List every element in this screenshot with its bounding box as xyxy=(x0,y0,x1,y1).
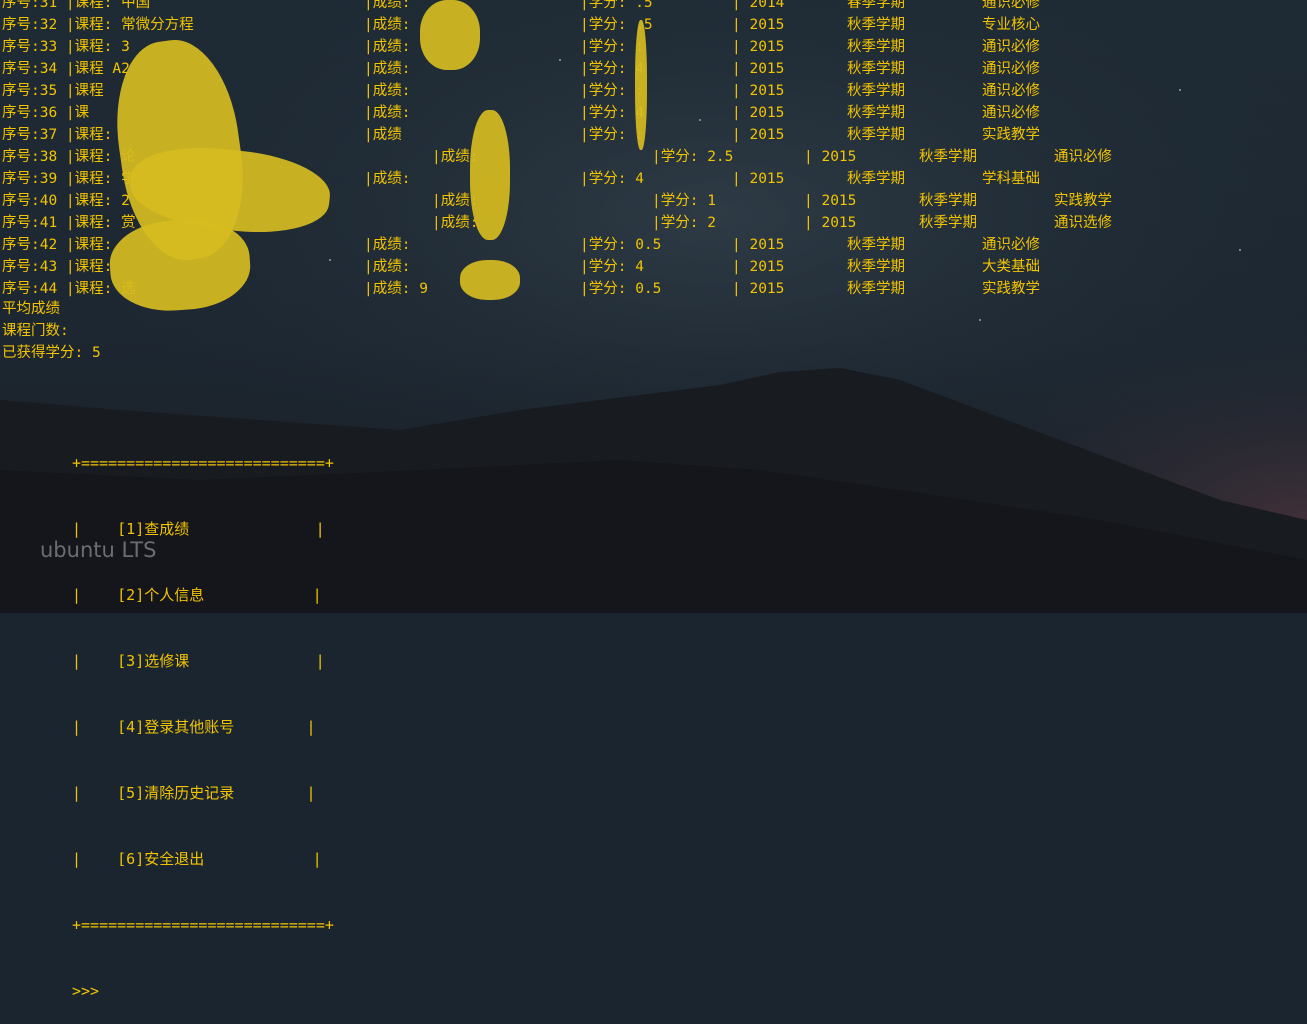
record-credit: |学分: 0.5 xyxy=(580,237,662,253)
redaction-blot xyxy=(420,0,480,70)
record-grade: |成绩: xyxy=(364,83,411,99)
record-term: 秋季学期 xyxy=(847,171,905,187)
record-type: 通识必修 xyxy=(982,237,1040,253)
record-type: 通识选修 xyxy=(1054,215,1112,231)
menu-border-top: +===========================+ xyxy=(72,454,334,472)
record-credit: |学分: 0.5 xyxy=(580,281,662,297)
record-grade: |成绩: xyxy=(432,215,479,231)
record-term: 秋季学期 xyxy=(919,215,977,231)
record-grade: |成绩: xyxy=(364,61,411,77)
summary-average: 平均成绩 xyxy=(2,301,60,317)
record-seq: 序号:38 |课程: 论 xyxy=(2,149,136,165)
record-seq: 序号:43 |课程: xyxy=(2,259,113,275)
record-type: 通识必修 xyxy=(1054,149,1112,165)
record-credit: |学分: .5 xyxy=(580,0,653,11)
record-term: 秋季学期 xyxy=(847,127,905,143)
record-type: 通识必修 xyxy=(982,0,1040,11)
record-year: | 2015 xyxy=(804,193,857,209)
record-term: 春季学期 xyxy=(847,0,905,11)
record-credit: |学分: 1 xyxy=(652,193,716,209)
record-grade: |成绩: xyxy=(364,259,411,275)
record-year: | 2015 xyxy=(804,149,857,165)
record-term: 秋季学期 xyxy=(847,105,905,121)
record-grade: |成绩 xyxy=(364,127,402,143)
record-seq: 序号:36 |课 xyxy=(2,105,90,121)
record-seq: 序号:42 |课程: xyxy=(2,237,113,253)
record-type: 通识必修 xyxy=(982,83,1040,99)
record-credit: |学分: : xyxy=(580,127,644,143)
record-type: 通识必修 xyxy=(982,61,1040,77)
record-grade: |成绩: xyxy=(364,0,411,11)
menu-item-login-other[interactable]: | [4]登录其他账号 | xyxy=(72,716,334,738)
record-year: | 2015 xyxy=(732,39,785,55)
record-year: | 2015 xyxy=(804,215,857,231)
record-grade: |成绩: xyxy=(364,17,411,33)
record-term: 秋季学期 xyxy=(847,83,905,99)
record-type: 实践教学 xyxy=(1054,193,1112,209)
record-seq: 序号:40 |课程: 2 xyxy=(2,193,130,209)
record-type: 学科基础 xyxy=(982,171,1040,187)
record-type: 通识必修 xyxy=(982,105,1040,121)
summary-credits: 已获得学分: 5 xyxy=(2,345,101,361)
record-credit: |学分: 2 xyxy=(652,215,716,231)
menu-item-clear-history[interactable]: | [5]清除历史记录 | xyxy=(72,782,334,804)
menu-item-safe-exit[interactable]: | [6]安全退出 | xyxy=(72,848,334,870)
record-seq: 序号:35 |课程 xyxy=(2,83,104,99)
record-term: 秋季学期 xyxy=(919,149,977,165)
record-year: | 2015 xyxy=(732,237,785,253)
record-type: 实践教学 xyxy=(982,127,1040,143)
record-year: | 2015 xyxy=(732,105,785,121)
record-seq: 序号:37 |课程: xyxy=(2,127,113,143)
record-year: | 2015 xyxy=(732,171,785,187)
record-term: 秋季学期 xyxy=(847,281,905,297)
record-type: 实践教学 xyxy=(982,281,1040,297)
menu-item-query-grades[interactable]: | [1]查成绩 | xyxy=(72,518,334,540)
command-prompt[interactable]: >>> xyxy=(72,980,334,1002)
redaction-blot xyxy=(635,20,647,150)
record-seq: 序号:31 |课程: 中国 xyxy=(2,0,151,11)
redaction-blot xyxy=(470,110,510,240)
record-type: 大类基础 xyxy=(982,259,1040,275)
record-type: 专业核心 xyxy=(982,17,1040,33)
record-term: 秋季学期 xyxy=(847,17,905,33)
record-term: 秋季学期 xyxy=(919,193,977,209)
record-seq: 序号:32 |课程: 常微分方程 xyxy=(2,17,194,33)
record-year: | 2015 xyxy=(732,281,785,297)
record-grade: |成绩: xyxy=(364,171,411,187)
record-seq: 序号:41 |课程: 赏 xyxy=(2,215,136,231)
menu-border-bottom: +===========================+ xyxy=(72,916,334,934)
record-grade: |成绩: xyxy=(364,39,411,55)
record-credit: |学分: : xyxy=(580,39,644,55)
record-seq: 序号:34 |课程 A2 xyxy=(2,61,130,77)
record-credit: |学分: 4 xyxy=(580,171,644,187)
record-seq: 序号:33 |课程: 3 xyxy=(2,39,130,55)
redaction-blot xyxy=(460,260,520,300)
main-menu: +===========================+ | [1]查成绩 |… xyxy=(72,408,334,1024)
record-year: | 2015 xyxy=(732,83,785,99)
record-term: 秋季学期 xyxy=(847,61,905,77)
record-type: 通识必修 xyxy=(982,39,1040,55)
record-year: | 2015 xyxy=(732,259,785,275)
record-year: | 2015 xyxy=(732,127,785,143)
menu-item-elective[interactable]: | [3]选修课 | xyxy=(72,650,334,672)
record-grade: |成绩: xyxy=(364,105,411,121)
record-term: 秋季学期 xyxy=(847,237,905,253)
summary-course-count: 课程门数: xyxy=(2,323,69,339)
record-year: | 2015 xyxy=(732,61,785,77)
record-credit: |学分: 2.5 xyxy=(652,149,734,165)
menu-item-personal-info[interactable]: | [2]个人信息 | xyxy=(72,584,334,606)
record-year: | 2015 xyxy=(732,17,785,33)
record-grade: |成绩: 9 xyxy=(364,281,428,297)
record-year: | 2014 xyxy=(732,0,785,11)
record-term: 秋季学期 xyxy=(847,39,905,55)
record-term: 秋季学期 xyxy=(847,259,905,275)
record-grade: |成绩: xyxy=(364,237,411,253)
record-credit: |学分: 4 xyxy=(580,259,644,275)
